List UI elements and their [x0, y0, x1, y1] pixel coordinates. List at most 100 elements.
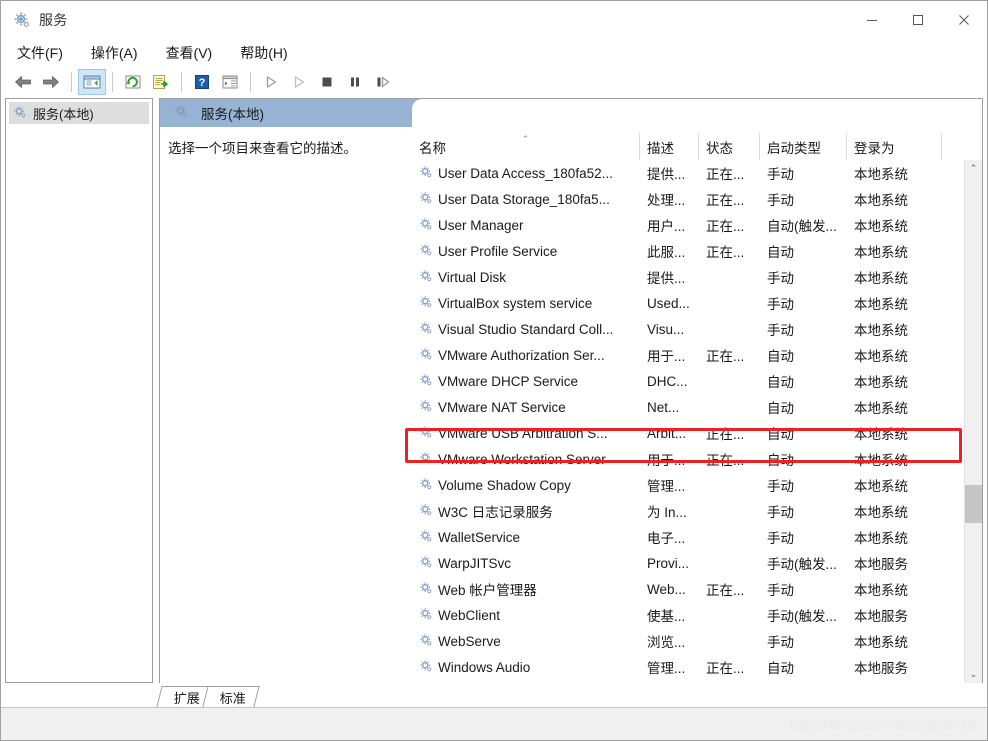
cell-startup-type: 手动 — [767, 271, 794, 286]
export-list-icon[interactable] — [147, 69, 175, 95]
cell-description: 浏览... — [647, 635, 686, 650]
maximize-button[interactable] — [895, 1, 941, 39]
cell-description: Net... — [647, 399, 680, 415]
cell-status: 正在... — [706, 167, 745, 182]
cell-status: 正在... — [706, 193, 745, 208]
back-icon[interactable] — [9, 69, 37, 95]
table-row[interactable]: VMware NAT Service Net... 自动 本地系统 — [412, 394, 982, 420]
services-gear-icon — [419, 633, 433, 650]
table-row[interactable]: VMware Workstation Server 用于... 正在... 自动 本地系… — [412, 446, 982, 472]
sidebar-item-services-local[interactable]: 服务(本地) — [9, 102, 149, 124]
list-vertical-scrollbar[interactable]: ⌃ ⌄ — [964, 160, 982, 683]
sort-ascending-icon: ⌃ — [521, 134, 530, 144]
scrollbar-thumb[interactable] — [965, 485, 982, 524]
service-name-text: WebServe — [438, 633, 501, 649]
cell-service-name: WarpJITSvc — [412, 555, 640, 572]
restart-service-icon[interactable] — [369, 69, 397, 95]
start-service-icon[interactable] — [257, 69, 285, 95]
cell-log-on-as: 本地系统 — [854, 401, 908, 416]
table-row[interactable]: WarpJITSvc Provi... 手动(触发... 本地服务 — [412, 550, 982, 576]
table-row[interactable]: User Data Storage_180fa5... 处理... 正在... 手动 本… — [412, 186, 982, 212]
cell-service-name: VirtualBox system service — [412, 295, 640, 312]
cell-log-on-as: 本地系统 — [854, 219, 908, 234]
properties-icon[interactable] — [216, 69, 244, 95]
scroll-up-arrow-icon[interactable]: ⌃ — [965, 160, 982, 177]
table-row[interactable]: Virtual Disk 提供... 手动 本地系统 — [412, 264, 982, 290]
services-gear-icon — [419, 295, 433, 312]
sidebar-item-label: 服务(本地) — [33, 106, 94, 122]
services-gear-icon — [174, 104, 189, 122]
column-header-log-on-as[interactable]: 登录为 — [847, 133, 942, 160]
table-row[interactable]: Visual Studio Standard Coll... Visu... 手动 本… — [412, 316, 982, 342]
menu-action[interactable]: 操作(A) — [89, 41, 140, 65]
cell-log-on-as: 本地系统 — [854, 635, 908, 650]
cell-startup-type: 手动 — [767, 505, 794, 520]
cell-description: 提供... — [647, 167, 686, 182]
table-row[interactable]: W3C 日志记录服务 为 In... 手动 本地系统 — [412, 498, 982, 524]
service-name-text: User Manager — [438, 217, 524, 233]
cell-service-name: User Manager — [412, 217, 640, 234]
cell-status: 正在... — [706, 661, 745, 676]
close-button[interactable] — [941, 1, 987, 39]
cell-startup-type: 手动(触发... — [767, 609, 837, 624]
service-name-text: User Profile Service — [438, 243, 558, 259]
menu-help[interactable]: 帮助(H) — [238, 41, 289, 65]
cell-startup-type: 手动(触发... — [767, 557, 837, 572]
table-row[interactable]: User Manager 用户... 正在... 自动(触发... 本地系统 — [412, 212, 982, 238]
cell-log-on-as: 本地系统 — [854, 297, 908, 312]
cell-status: 正在... — [706, 453, 745, 468]
stop-service-icon[interactable] — [313, 69, 341, 95]
table-row[interactable]: User Data Access_180fa52... 提供... 正在... 手动 本… — [412, 160, 982, 186]
table-row[interactable]: VirtualBox system service Used... 手动 本地系统 — [412, 290, 982, 316]
column-header-description[interactable]: 描述 — [640, 133, 699, 160]
column-header-status[interactable]: 状态 — [699, 133, 760, 160]
table-row[interactable]: VMware Authorization Ser... 用于... 正在... 自动 本… — [412, 342, 982, 368]
cell-service-name: VMware NAT Service — [412, 399, 640, 416]
cell-log-on-as: 本地服务 — [854, 661, 908, 676]
table-row[interactable]: Windows Audio 管理... 正在... 自动 本地服务 — [412, 654, 982, 680]
forward-icon[interactable] — [37, 69, 65, 95]
cell-log-on-as: 本地系统 — [854, 167, 908, 182]
minimize-button[interactable] — [849, 1, 895, 39]
menu-file[interactable]: 文件(F) — [15, 41, 65, 65]
cell-description: Web... — [647, 581, 686, 597]
pause-service-icon[interactable] — [341, 69, 369, 95]
scroll-down-arrow-icon[interactable]: ⌄ — [965, 666, 982, 683]
table-row[interactable]: Web 帐户管理器 Web... 正在... 手动 本地系统 — [412, 576, 982, 602]
cell-description: 处理... — [647, 193, 686, 208]
service-name-text: Virtual Disk — [438, 269, 507, 285]
cell-startup-type: 自动 — [767, 661, 794, 676]
table-row[interactable]: User Profile Service 此服... 正在... 自动 本地系统 — [412, 238, 982, 264]
service-name-text: WalletService — [438, 529, 521, 545]
cell-status: 正在... — [706, 219, 745, 234]
cell-description: 此服... — [647, 245, 686, 260]
column-header-name[interactable]: 名称 ⌃ — [412, 133, 640, 160]
table-row[interactable]: WebServe 浏览... 手动 本地系统 — [412, 628, 982, 654]
cell-log-on-as: 本地系统 — [854, 193, 908, 208]
table-row[interactable]: VMware USB Arbitration S... Arbit... 正在...… — [412, 420, 982, 446]
column-header-startup-type[interactable]: 启动类型 — [760, 133, 847, 160]
service-name-text: WarpJITSvc — [438, 555, 512, 571]
table-row[interactable]: Volume Shadow Copy 管理... 手动 本地系统 — [412, 472, 982, 498]
table-row[interactable]: WebClient 使基... 手动(触发... 本地服务 — [412, 602, 982, 628]
menu-view[interactable]: 查看(V) — [164, 41, 215, 65]
scrollbar-track[interactable] — [965, 177, 982, 666]
refresh-icon[interactable] — [119, 69, 147, 95]
pane-header: 服务(本地) — [160, 99, 982, 127]
services-gear-icon — [13, 105, 27, 122]
service-name-text: VMware USB Arbitration S... — [438, 425, 608, 441]
show-hide-console-tree-icon[interactable] — [78, 69, 106, 95]
services-window: 服务 文件(F) 操作(A) 查看(V) 帮助(H) ? 服务(本地) 服务(本… — [0, 0, 988, 741]
table-row[interactable]: WalletService 电子... 手动 本地系统 — [412, 524, 982, 550]
resume-service-icon[interactable] — [285, 69, 313, 95]
cell-service-name: User Profile Service — [412, 243, 640, 260]
cell-log-on-as: 本地系统 — [854, 583, 908, 598]
tab-standard[interactable]: 标准 — [202, 686, 260, 707]
services-gear-icon — [419, 269, 433, 286]
cell-description: 用于... — [647, 349, 686, 364]
service-name-text: Web 帐户管理器 — [438, 583, 537, 598]
help-icon[interactable]: ? — [188, 69, 216, 95]
svg-text:?: ? — [199, 77, 206, 89]
table-row[interactable]: VMware DHCP Service DHC... 自动 本地系统 — [412, 368, 982, 394]
cell-description: 用户... — [647, 219, 686, 234]
